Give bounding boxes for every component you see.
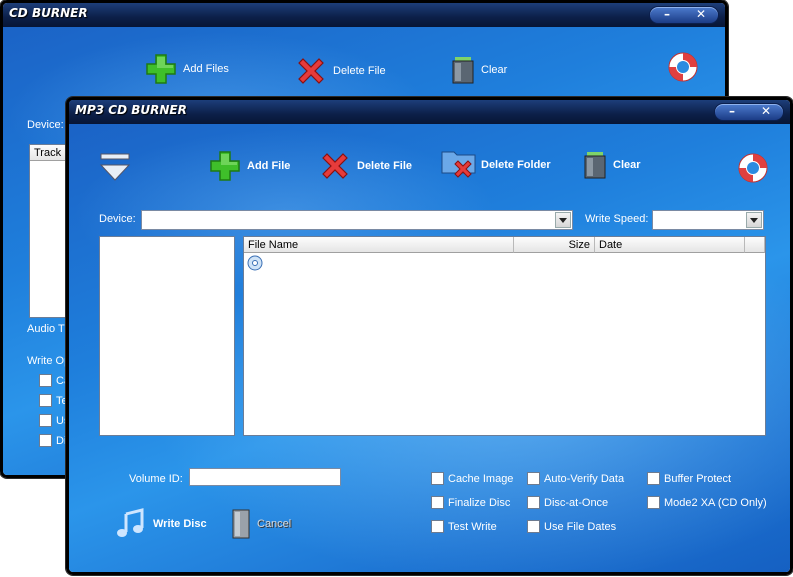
clear-label: Clear xyxy=(613,159,641,171)
checkbox-box[interactable] xyxy=(431,496,444,509)
write-options-label: Write Op xyxy=(27,355,71,367)
checkbox-box[interactable] xyxy=(431,472,444,485)
finalize-disc-checkbox[interactable]: Finalize Disc xyxy=(431,496,510,509)
checkbox-box[interactable] xyxy=(647,496,660,509)
mode2-xa-checkbox[interactable]: Mode2 XA (CD Only) xyxy=(647,496,767,509)
audio-tracks-label: Audio Tr xyxy=(27,323,68,335)
cancel-label: Cancel xyxy=(257,518,292,530)
column-date[interactable]: Date xyxy=(595,237,745,253)
disc-at-once-checkbox[interactable]: Disc-at-Once xyxy=(527,496,608,509)
delete-folder-icon xyxy=(441,151,476,178)
checkbox-box[interactable] xyxy=(39,374,52,387)
track-header[interactable]: Track xyxy=(30,145,71,161)
folder-tree[interactable] xyxy=(99,236,235,436)
column-file-name[interactable]: File Name xyxy=(244,237,514,253)
clear-label: Clear xyxy=(481,64,508,76)
chevron-down-icon[interactable] xyxy=(555,212,571,228)
checkbox-box[interactable] xyxy=(39,434,52,447)
checkbox-label: Auto-Verify Data xyxy=(544,472,625,485)
title-bar[interactable]: MP3 CD BURNER – ✕ xyxy=(69,100,790,124)
device-label: Device: xyxy=(27,119,64,131)
checkbox-box[interactable] xyxy=(39,414,52,427)
back-option-checkbox[interactable]: Us xyxy=(39,414,69,427)
window-controls: – ✕ xyxy=(649,6,719,24)
checkbox-box[interactable] xyxy=(527,520,540,533)
test-write-checkbox[interactable]: Test Write xyxy=(431,520,497,533)
delete-folder-button[interactable]: Delete Folder xyxy=(441,148,551,182)
file-list[interactable]: File Name Size Date xyxy=(243,236,766,436)
clear-button[interactable]: Clear xyxy=(583,150,641,180)
checkbox-box[interactable] xyxy=(647,472,660,485)
close-button[interactable]: ✕ xyxy=(751,103,781,119)
checkbox-box[interactable] xyxy=(527,496,540,509)
mp3-cd-burner-window: MP3 CD BURNER – ✕ Add File Delete File D… xyxy=(66,97,793,575)
checkbox-label: Disc-at-Once xyxy=(544,496,609,509)
help-lifebuoy-icon[interactable] xyxy=(737,152,769,184)
checkbox-box[interactable] xyxy=(527,472,540,485)
column-filler xyxy=(745,237,765,253)
clear-icon xyxy=(452,57,474,84)
column-size[interactable]: Size xyxy=(514,237,595,253)
chevron-down-icon[interactable] xyxy=(746,212,762,228)
checkbox-label: Mode2 XA (CD Only) xyxy=(664,496,767,509)
delete-folder-label: Delete Folder xyxy=(481,159,551,171)
checkbox-label: Cache Image xyxy=(448,472,514,485)
device-select[interactable] xyxy=(141,210,573,230)
add-files-button[interactable]: Add Files xyxy=(145,53,229,85)
write-speed-select[interactable] xyxy=(652,210,764,230)
cancel-button[interactable]: Cancel xyxy=(231,508,291,540)
write-disc-button[interactable]: Write Disc xyxy=(115,508,207,540)
add-file-label: Add File xyxy=(247,160,291,172)
buffer-protect-checkbox[interactable]: Buffer Protect xyxy=(647,472,731,485)
write-speed-label: Write Speed: xyxy=(585,213,649,225)
window-title: CD BURNER xyxy=(9,6,88,20)
window-controls: – ✕ xyxy=(714,103,784,121)
plus-icon xyxy=(210,151,240,181)
back-option-checkbox[interactable]: Te xyxy=(39,394,68,407)
disc-icon xyxy=(247,255,263,271)
volume-id-label: Volume ID: xyxy=(129,473,183,485)
minimize-button[interactable]: – xyxy=(652,6,682,22)
checkbox-label: Use File Dates xyxy=(544,520,617,533)
title-bar[interactable]: CD BURNER – ✕ xyxy=(3,3,725,27)
add-file-button[interactable]: Add File xyxy=(209,150,290,182)
delete-file-label: Delete File xyxy=(357,160,413,172)
music-note-icon xyxy=(117,508,144,537)
write-disc-label: Write Disc xyxy=(153,518,207,530)
cache-image-checkbox[interactable]: Cache Image xyxy=(431,472,513,485)
plus-icon xyxy=(146,54,176,84)
delete-x-icon xyxy=(298,58,324,84)
volume-id-input[interactable] xyxy=(189,468,341,486)
checkbox-box[interactable] xyxy=(431,520,444,533)
auto-verify-checkbox[interactable]: Auto-Verify Data xyxy=(527,472,624,485)
delete-file-button[interactable]: Delete File xyxy=(319,150,412,182)
checkbox-label: Buffer Protect xyxy=(664,472,732,485)
delete-file-label: Delete File xyxy=(333,65,386,77)
use-file-dates-checkbox[interactable]: Use File Dates xyxy=(527,520,616,533)
help-lifebuoy-icon[interactable] xyxy=(667,51,699,83)
device-label: Device: xyxy=(99,213,136,225)
clear-icon xyxy=(584,152,606,179)
add-files-label: Add Files xyxy=(183,63,229,75)
checkbox-label: Finalize Disc xyxy=(448,496,511,509)
cancel-icon xyxy=(232,509,250,539)
delete-x-icon xyxy=(322,153,348,179)
collapse-arrow-icon[interactable] xyxy=(99,152,131,182)
minimize-button[interactable]: – xyxy=(717,103,747,119)
checkbox-box[interactable] xyxy=(39,394,52,407)
window-title: MP3 CD BURNER xyxy=(75,103,187,117)
checkbox-label: Test Write xyxy=(448,520,497,533)
delete-file-button[interactable]: Delete File xyxy=(295,55,386,87)
close-button[interactable]: ✕ xyxy=(686,6,716,22)
clear-button[interactable]: Clear xyxy=(451,55,507,85)
